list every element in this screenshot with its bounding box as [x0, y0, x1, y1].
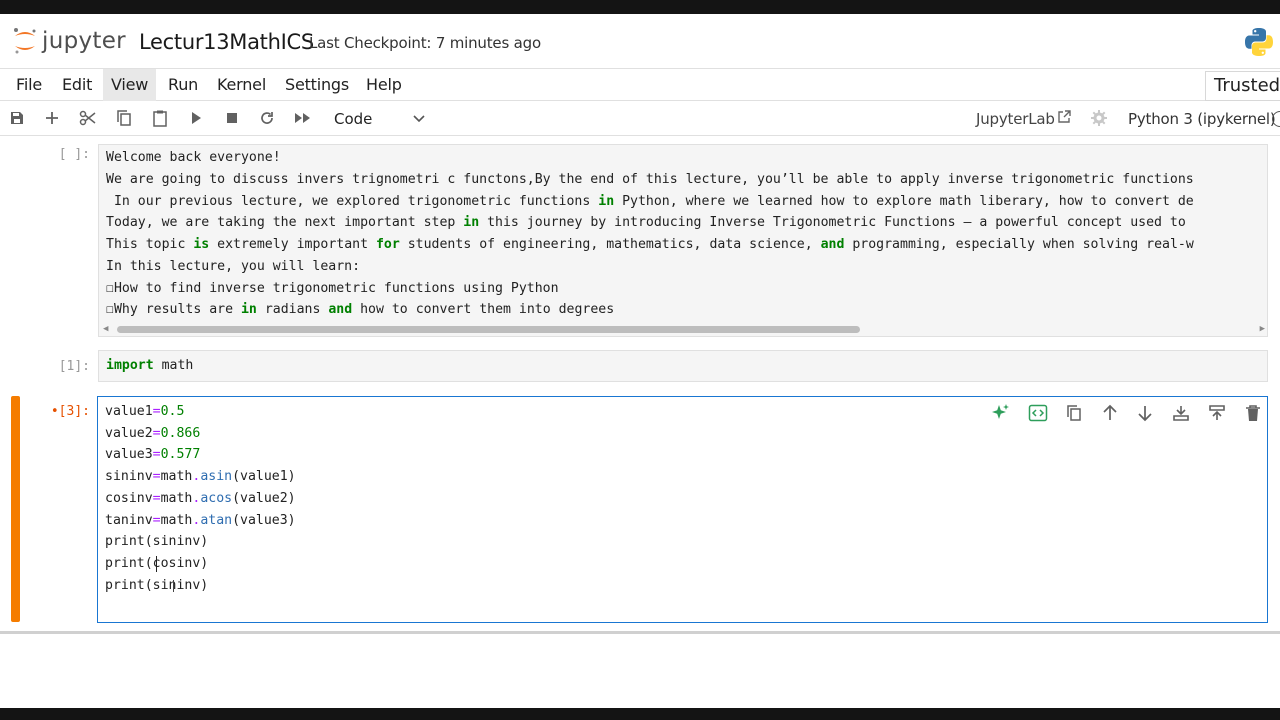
- cut-icon[interactable]: [78, 108, 98, 128]
- chevron-down-icon: [412, 106, 426, 140]
- cell-prompt-markdown: [ ]:: [58, 147, 90, 162]
- code-line: value1=0.5: [105, 404, 185, 419]
- move-up-icon[interactable]: [1099, 402, 1121, 424]
- stop-icon[interactable]: [222, 108, 242, 128]
- insert-above-icon[interactable]: [1170, 402, 1192, 424]
- text-cursor: [156, 556, 157, 572]
- menu-run[interactable]: Run: [160, 69, 206, 101]
- menu-bar: File Edit View Run Kernel Settings Help …: [0, 68, 1280, 101]
- code-line: import math: [106, 358, 194, 373]
- add-icon[interactable]: [42, 108, 62, 128]
- menu-help[interactable]: Help: [358, 69, 410, 101]
- code-line: print(sininv): [105, 578, 209, 593]
- code-line: value2=0.866: [105, 426, 201, 441]
- window-bottom-edge: [0, 708, 1280, 720]
- window-top-edge: [0, 0, 1280, 14]
- md-line: ☐Why results are in radians and how to c…: [106, 302, 615, 317]
- code-line: print(sininv): [105, 534, 209, 549]
- restart-icon[interactable]: [257, 108, 277, 128]
- menu-settings[interactable]: Settings: [277, 69, 357, 101]
- python-logo-icon: [1243, 26, 1275, 58]
- md-line: Today, we are taking the next important …: [106, 215, 1186, 230]
- header: jupyter Lectur13MathICS Last Checkpoint:…: [0, 14, 1280, 68]
- cell-prompt-import: [1]:: [58, 359, 90, 374]
- menu-file[interactable]: File: [8, 69, 50, 101]
- md-line: This topic is extremely important for st…: [106, 237, 1194, 252]
- horizontal-scrollbar[interactable]: ◀ ▶: [99, 322, 1267, 336]
- checkpoint-status: Last Checkpoint: 7 minutes ago: [309, 34, 541, 52]
- notebook-toolbar: Code JupyterLab Python 3 (ipykernel): [0, 102, 1280, 136]
- import-code-cell[interactable]: import math: [98, 350, 1268, 382]
- jupyter-notebook-page: jupyter Lectur13MathICS Last Checkpoint:…: [0, 14, 1280, 708]
- jupyter-logo[interactable]: jupyter: [12, 26, 126, 56]
- duplicate-icon[interactable]: [1063, 402, 1085, 424]
- format-code-icon[interactable]: [1027, 402, 1049, 424]
- scrollbar-thumb[interactable]: [117, 326, 860, 333]
- md-line: We are going to discuss invers trignomet…: [106, 172, 1194, 187]
- run-icon[interactable]: [186, 108, 206, 128]
- delete-icon[interactable]: [1242, 402, 1264, 424]
- gear-icon: [1091, 110, 1107, 131]
- notebook-bottom-edge: [0, 631, 1280, 634]
- kernel-name[interactable]: Python 3 (ipykernel): [1128, 110, 1276, 128]
- logo-text: jupyter: [42, 28, 126, 54]
- ai-sparkle-icon[interactable]: [990, 402, 1012, 424]
- save-icon[interactable]: [7, 108, 27, 128]
- md-line: In this lecture, you will learn:: [106, 259, 361, 274]
- cell-type-value: Code: [334, 110, 373, 128]
- copy-icon[interactable]: [114, 108, 134, 128]
- menu-kernel[interactable]: Kernel: [209, 69, 274, 101]
- menu-view[interactable]: View: [103, 69, 157, 101]
- code-line: cosinv=math.acos(value2): [105, 491, 296, 506]
- code-line: taninv=math.atan(value3): [105, 513, 296, 528]
- md-line: In our previous lecture, we explored tri…: [106, 194, 1194, 209]
- md-line: Welcome back everyone!: [106, 150, 281, 165]
- md-line: ☐How to find inverse trigonometric funct…: [106, 281, 559, 296]
- trusted-indicator[interactable]: Trusted: [1205, 71, 1280, 101]
- active-cell-indicator: [11, 396, 20, 622]
- code-line: sininv=math.asin(value1): [105, 469, 296, 484]
- menu-edit[interactable]: Edit: [54, 69, 100, 101]
- scroll-right-icon[interactable]: ▶: [1260, 324, 1265, 334]
- jupyterlab-link[interactable]: JupyterLab: [976, 110, 1055, 128]
- cell-type-select[interactable]: Code: [326, 106, 430, 132]
- notebook-title[interactable]: Lectur13MathICS: [139, 30, 314, 54]
- external-link-icon[interactable]: [1056, 109, 1072, 130]
- move-down-icon[interactable]: [1134, 402, 1156, 424]
- cell-prompt-active: •[3]:: [50, 404, 90, 419]
- paste-icon[interactable]: [150, 108, 170, 128]
- mouse-ibeam-cursor: [173, 580, 174, 592]
- scroll-left-icon[interactable]: ◀: [103, 324, 108, 334]
- markdown-cell[interactable]: Welcome back everyone! We are going to d…: [98, 144, 1268, 337]
- jupyter-logo-icon: [12, 26, 38, 56]
- run-all-icon[interactable]: [293, 108, 313, 128]
- code-line: value3=0.577: [105, 447, 201, 462]
- active-code-cell[interactable]: value1=0.5 value2=0.866 value3=0.577 sin…: [97, 396, 1268, 623]
- insert-below-icon[interactable]: [1206, 402, 1228, 424]
